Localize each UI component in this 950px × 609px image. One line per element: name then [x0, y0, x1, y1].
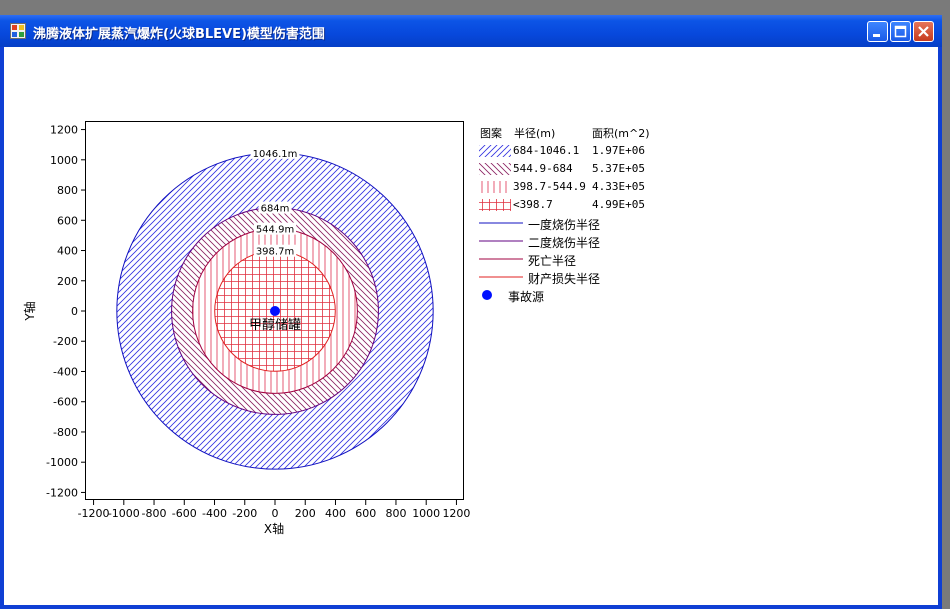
y-tick-label: -1200 [46, 486, 78, 499]
legend-line-swatch-4 [479, 276, 523, 278]
legend-line-swatch-3 [479, 258, 523, 260]
x-tick-label: -1000 [108, 507, 140, 520]
legend-header-radius: 半径(m) [514, 127, 556, 140]
y-tick-label: -800 [53, 426, 78, 439]
x-tick-label: -200 [232, 507, 257, 520]
source-label: 甲醇储罐 [249, 317, 301, 333]
legend-source-label: 事故源 [508, 290, 545, 304]
legend-header-area: 面积(m^2) [592, 127, 650, 140]
legend-line-2: 二度烧伤半径 [476, 233, 676, 250]
ring-label-1: 1046.1m [253, 149, 298, 160]
legend-band-range: 684-1046.1 [513, 144, 580, 157]
x-tick-label: -1200 [78, 507, 110, 520]
maximize-button[interactable] [890, 21, 911, 42]
legend-band-3: 398.7-544.9 4.33E+05 [476, 179, 676, 195]
y-axis-label: Y轴 [22, 301, 37, 321]
x-tick-label: 1000 [412, 507, 440, 520]
legend-line-1: 一度烧伤半径 [476, 215, 676, 232]
app-window: 沸腾液体扩展蒸汽爆炸(火球BLEVE)模型伤害范围 1046.1m 684m 5… [0, 15, 942, 609]
x-tick-label: 400 [325, 507, 346, 520]
y-axis-ticks: 1200 1000 800 600 400 200 0 -200 -400 -600 -800 -10… [46, 124, 86, 499]
close-button[interactable] [913, 21, 934, 42]
legend-band-1: 684-1046.1 1.97E+06 [476, 143, 676, 159]
maximize-icon [894, 25, 907, 38]
y-tick-label: -200 [53, 335, 78, 348]
y-tick-label: 800 [57, 184, 78, 197]
y-tick-label: 200 [57, 275, 78, 288]
window-title: 沸腾液体扩展蒸汽爆炸(火球BLEVE)模型伤害范围 [33, 27, 325, 42]
legend-band-area: 1.97E+06 [592, 144, 645, 157]
legend-band-area: 4.99E+05 [592, 198, 645, 211]
y-tick-label: 600 [57, 214, 78, 227]
y-tick-label: -1000 [46, 456, 78, 469]
legend-line-label: 一度烧伤半径 [528, 218, 601, 232]
ring-label-4: 398.7m [256, 247, 294, 258]
legend-line-swatch-1 [479, 222, 523, 224]
ring-label-2: 684m [261, 204, 290, 215]
legend-line-swatch-2 [479, 240, 523, 242]
minimize-icon [873, 34, 880, 37]
y-tick-label: -600 [53, 396, 78, 409]
legend-swatch-4 [479, 199, 511, 211]
minimize-button[interactable] [867, 21, 888, 42]
y-tick-label: 0 [71, 305, 78, 318]
x-axis-label: X轴 [264, 521, 284, 536]
x-tick-label: -600 [172, 507, 197, 520]
y-tick-label: -400 [53, 365, 78, 378]
legend-line-3: 死亡半径 [476, 251, 676, 268]
legend-swatch-2 [479, 163, 511, 175]
legend-band-area: 5.37E+05 [592, 162, 645, 175]
x-tick-label: -400 [202, 507, 227, 520]
x-tick-label: 0 [272, 507, 279, 520]
legend-band-2: 544.9-684 5.37E+05 [476, 161, 676, 177]
legend-source-dot-icon [482, 290, 492, 300]
app-icon [10, 23, 26, 39]
x-tick-label: -800 [142, 507, 167, 520]
legend-swatch-1 [479, 145, 511, 157]
title-bar[interactable]: 沸腾液体扩展蒸汽爆炸(火球BLEVE)模型伤害范围 [0, 15, 942, 47]
legend-header-pattern: 图案 [480, 127, 502, 140]
x-tick-label: 1200 [442, 507, 470, 520]
legend-band-range: <398.7 [513, 198, 553, 211]
close-icon [918, 26, 929, 37]
legend-line-label: 二度烧伤半径 [528, 236, 601, 250]
x-tick-label: 200 [295, 507, 316, 520]
legend-band-range: 544.9-684 [513, 162, 573, 175]
legend-swatch-3 [479, 181, 511, 193]
accident-source-marker [270, 306, 280, 316]
x-tick-label: 600 [355, 507, 376, 520]
client-area: 1046.1m 684m 544.9m 398.7m -1200 -1000 -800 -6… [4, 47, 938, 605]
y-tick-label: 1000 [50, 154, 78, 167]
x-axis-ticks: -1200-1000 -800 -600 -400 -200 0 200 400 600 800 1… [78, 500, 470, 520]
ring-label-3: 544.9m [256, 225, 294, 236]
legend-line-label: 死亡半径 [528, 254, 577, 268]
legend-line-label: 财产损失半径 [528, 272, 601, 286]
legend-line-4: 财产损失半径 [476, 269, 676, 286]
legend-band-range: 398.7-544.9 [513, 180, 586, 193]
legend-source: 事故源 [476, 287, 676, 304]
legend-band-4: <398.7 4.99E+05 [476, 197, 676, 213]
chart-canvas: 1046.1m684m544.9m398.7m -1200-1000 -800 -6… [22, 121, 470, 536]
y-tick-label: 1200 [50, 124, 78, 137]
y-tick-label: 400 [57, 245, 78, 258]
x-tick-label: 800 [385, 507, 406, 520]
legend-band-area: 4.33E+05 [592, 180, 645, 193]
